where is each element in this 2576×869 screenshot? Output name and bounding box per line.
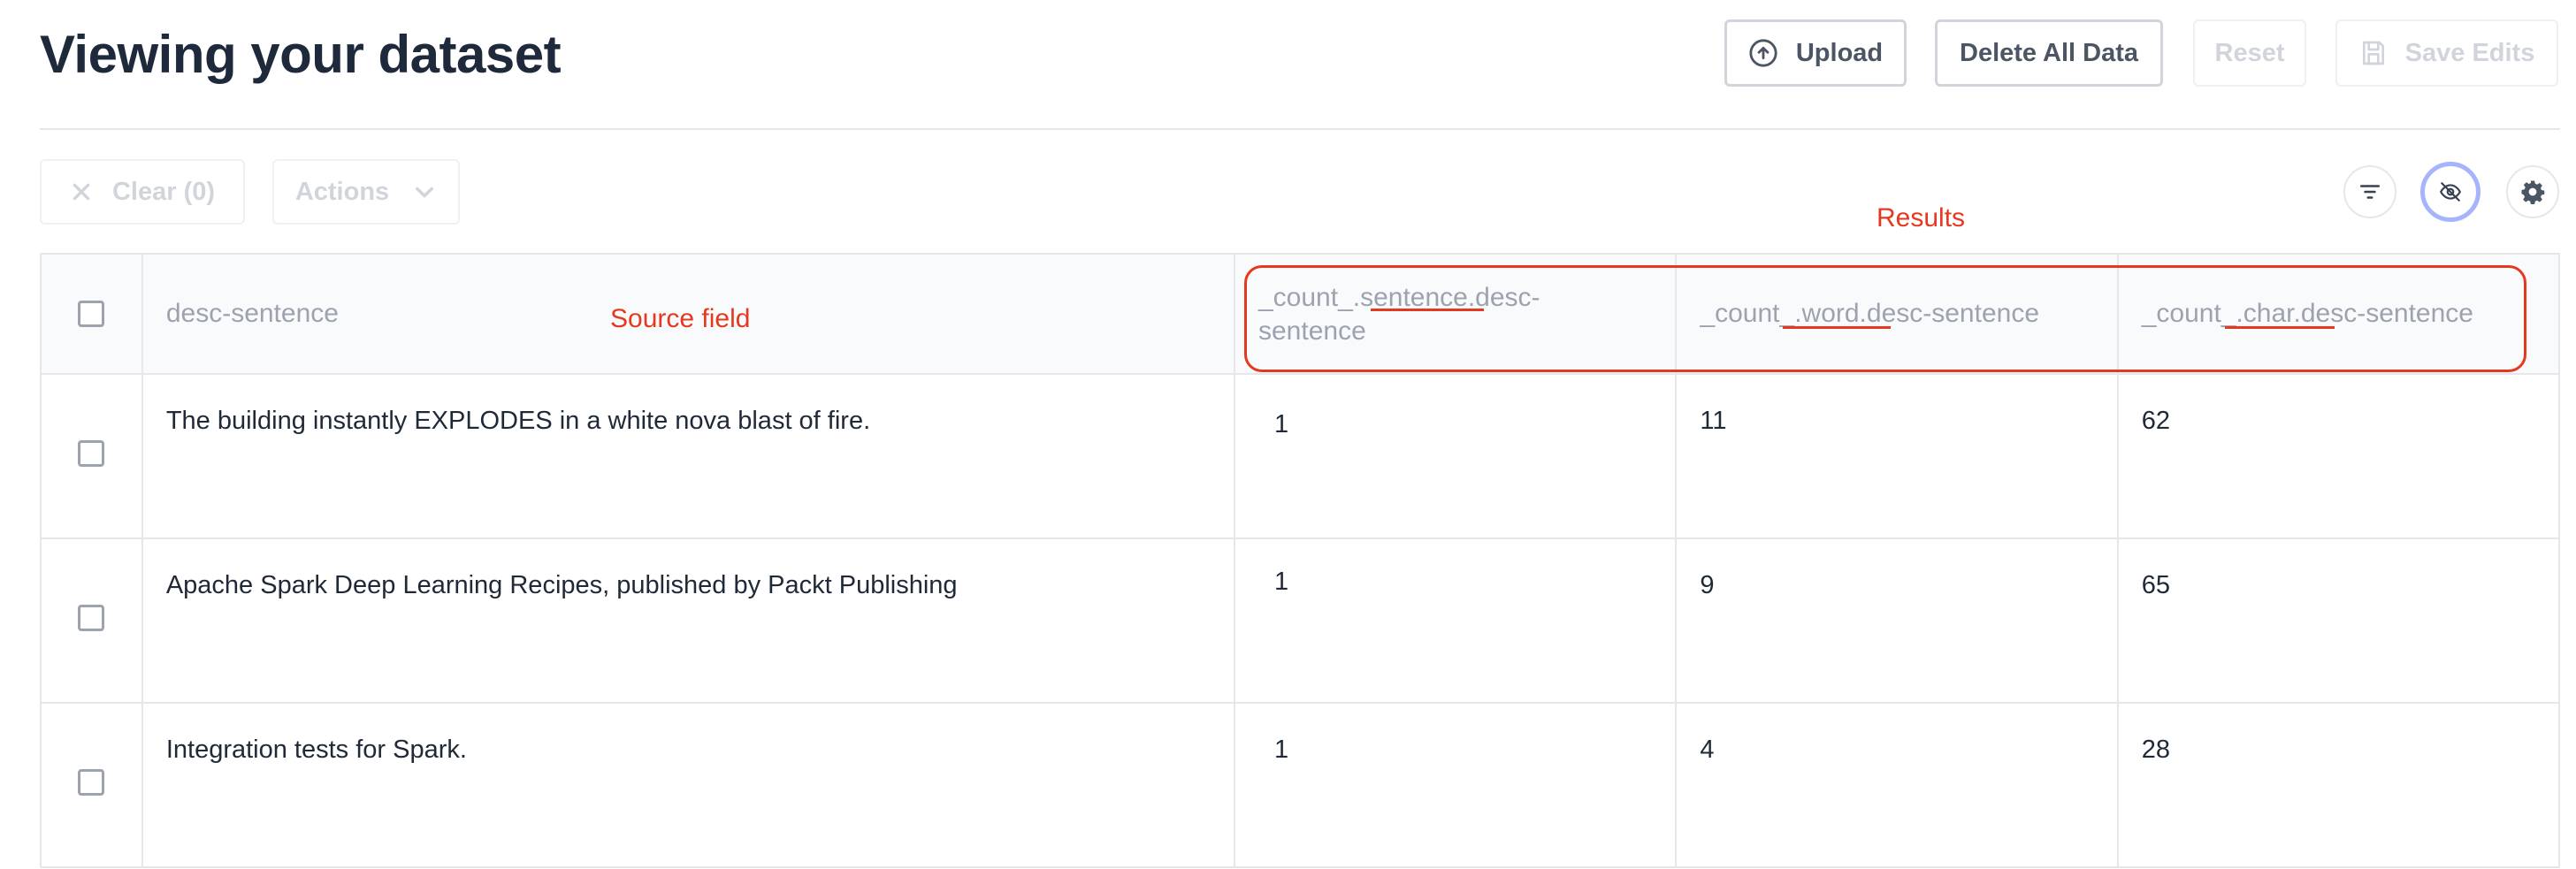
upload-button[interactable]: Upload xyxy=(1724,19,1907,87)
gear-icon xyxy=(2519,179,2546,205)
settings-button[interactable] xyxy=(2506,165,2559,218)
char-count-cell[interactable]: 65 xyxy=(2119,539,2558,702)
word-underline xyxy=(1783,326,1891,329)
column-header-sentence-count[interactable]: _count_.sentence.desc-sentence xyxy=(1235,255,1678,373)
filter-icon xyxy=(2358,180,2381,203)
row-select-cell xyxy=(42,539,143,702)
table-row[interactable]: Apache Spark Deep Learning Recipes, publ… xyxy=(42,539,2558,704)
word-count-cell[interactable]: 9 xyxy=(1677,539,2119,702)
table-header-row: desc-sentence _count_.sentence.desc-sent… xyxy=(42,255,2558,375)
desc-sentence-cell[interactable]: Apache Spark Deep Learning Recipes, publ… xyxy=(143,539,1236,702)
sentence-underline xyxy=(1371,309,1484,311)
desc-sentence-cell[interactable]: The building instantly EXPLODES in a whi… xyxy=(143,375,1236,537)
char-underline xyxy=(2225,326,2335,329)
filter-button[interactable] xyxy=(2343,165,2396,218)
chevron-down-icon xyxy=(412,179,437,204)
results-annotation: Results xyxy=(1877,203,1966,232)
source-field-annotation: Source field xyxy=(610,304,751,333)
page-title: Viewing your dataset xyxy=(40,25,562,84)
select-all-checkbox[interactable] xyxy=(78,301,105,327)
char-count-cell[interactable]: 62 xyxy=(2119,375,2558,537)
table-row[interactable]: The building instantly EXPLODES in a whi… xyxy=(42,375,2558,539)
sentence-count-cell[interactable]: 1 xyxy=(1235,375,1678,537)
reset-button[interactable]: Reset xyxy=(2193,19,2306,87)
actions-dropdown[interactable]: Actions xyxy=(272,159,460,225)
sentence-count-cell[interactable]: 1 xyxy=(1235,539,1678,702)
eye-off-icon xyxy=(2439,180,2462,203)
row-checkbox[interactable] xyxy=(78,769,105,796)
save-edits-label: Save Edits xyxy=(2404,38,2535,67)
delete-all-data-label: Delete All Data xyxy=(1960,38,2138,67)
save-edits-button[interactable]: Save Edits xyxy=(2335,19,2558,87)
upload-button-label: Upload xyxy=(1795,38,1884,67)
sentence-count-cell[interactable]: 1 xyxy=(1235,704,1678,866)
upload-icon xyxy=(1748,38,1778,68)
delete-all-data-button[interactable]: Delete All Data xyxy=(1935,19,2163,87)
select-all-cell xyxy=(42,255,143,373)
clear-selection-button[interactable]: Clear (0) xyxy=(40,159,245,225)
char-count-cell[interactable]: 28 xyxy=(2119,704,2558,866)
table-row[interactable]: Integration tests for Spark. 1 4 28 xyxy=(42,704,2558,868)
header-divider xyxy=(40,128,2560,130)
actions-label: Actions xyxy=(294,177,390,206)
save-icon xyxy=(2359,39,2388,67)
column-header-char-count[interactable]: _count_.char.desc-sentence xyxy=(2119,255,2558,373)
close-icon xyxy=(70,180,93,203)
word-count-cell[interactable]: 4 xyxy=(1677,704,2119,866)
hide-columns-button[interactable] xyxy=(2420,162,2480,222)
row-checkbox[interactable] xyxy=(78,440,105,467)
row-select-cell xyxy=(42,375,143,537)
row-checkbox[interactable] xyxy=(78,605,105,631)
dataset-table: desc-sentence _count_.sentence.desc-sent… xyxy=(40,253,2560,868)
reset-button-label: Reset xyxy=(2214,38,2285,67)
word-count-cell[interactable]: 11 xyxy=(1677,375,2119,537)
clear-selection-label: Clear (0) xyxy=(111,177,216,206)
column-header-word-count[interactable]: _count_.word.desc-sentence xyxy=(1677,255,2119,373)
desc-sentence-cell[interactable]: Integration tests for Spark. xyxy=(143,704,1236,866)
row-select-cell xyxy=(42,704,143,866)
